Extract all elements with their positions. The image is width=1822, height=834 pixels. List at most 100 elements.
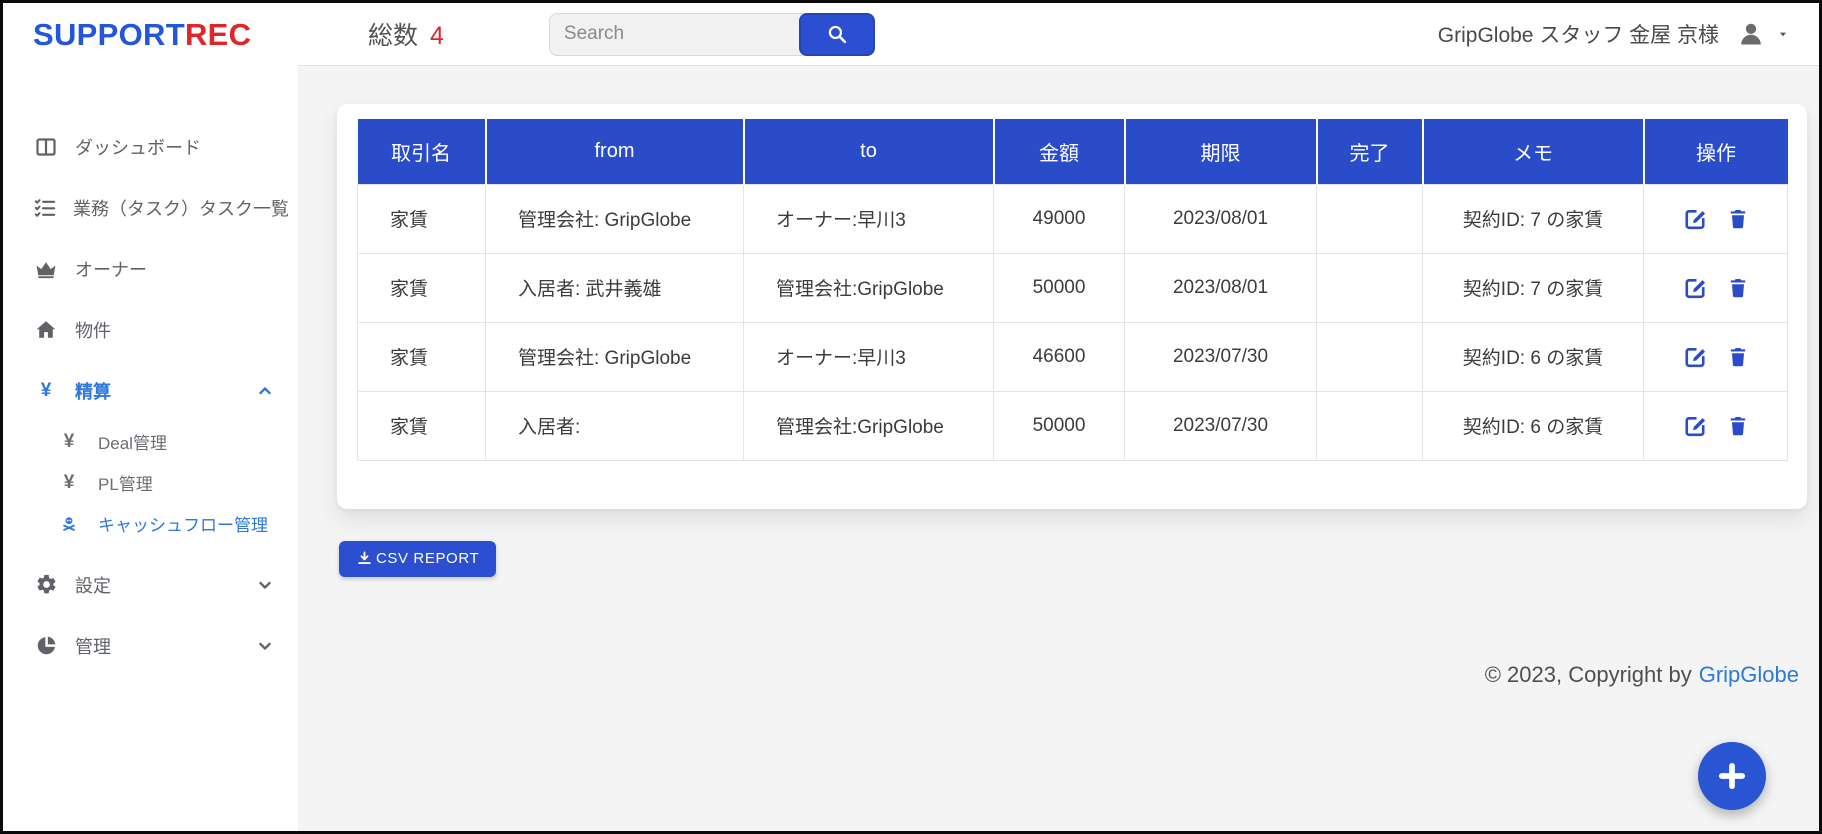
sidebar-item-label: 業務（タスク）タスク一覧 bbox=[73, 195, 289, 221]
table-row: 家賃 入居者: 武井義雄 管理会社:GripGlobe 50000 2023/0… bbox=[358, 253, 1788, 322]
cell-to: オーナー:早川3 bbox=[744, 322, 994, 391]
delete-button[interactable] bbox=[1726, 414, 1750, 438]
cell-done bbox=[1317, 322, 1423, 391]
cell-done bbox=[1317, 184, 1423, 253]
sidebar: SUPPORTREC ダッシュボード 業務（タスク）タスク一覧 オーナー 物件 bbox=[3, 3, 298, 831]
edit-pencil-icon bbox=[1682, 275, 1708, 301]
sidebar-item-label: ダッシュボード bbox=[75, 134, 201, 160]
sidebar-item-owner[interactable]: オーナー bbox=[3, 238, 298, 299]
search-input[interactable] bbox=[549, 13, 805, 56]
caret-down-icon bbox=[1775, 26, 1791, 42]
cell-due-date: 2023/08/01 bbox=[1125, 253, 1317, 322]
cell-memo: 契約ID: 7 の家賃 bbox=[1423, 184, 1644, 253]
plus-icon bbox=[1715, 759, 1749, 793]
table-row: 家賃 入居者: 管理会社:GripGlobe 50000 2023/07/30 … bbox=[358, 391, 1788, 460]
yen-icon: ¥ bbox=[60, 432, 78, 451]
sidebar-item-property[interactable]: 物件 bbox=[3, 299, 298, 360]
total-count-value: 4 bbox=[430, 22, 444, 51]
cell-actions bbox=[1644, 391, 1788, 460]
sidebar-item-label: 精算 bbox=[75, 378, 111, 404]
cell-to: オーナー:早川3 bbox=[744, 184, 994, 253]
cell-from: 入居者: bbox=[486, 391, 744, 460]
sidebar-item-admin[interactable]: 管理 bbox=[3, 615, 298, 676]
logo-text-support: SUPPORT bbox=[33, 17, 185, 53]
sidebar-item-label: Deal管理 bbox=[98, 429, 167, 454]
cell-actions bbox=[1644, 184, 1788, 253]
csv-report-button[interactable]: CSV REPORT bbox=[339, 541, 496, 577]
main-area: 総数 4 GripGlobe スタッフ 金屋 京様 bbox=[298, 3, 1819, 831]
cashflow-table-card: 取引名 from to 金額 期限 完了 メモ 操作 家賃 管理会社: Grip… bbox=[337, 104, 1807, 509]
cell-to: 管理会社:GripGlobe bbox=[744, 391, 994, 460]
trash-icon bbox=[1726, 207, 1750, 231]
yen-icon: ¥ bbox=[60, 473, 78, 492]
column-header-due-date: 期限 bbox=[1125, 119, 1317, 184]
user-avatar-icon bbox=[1737, 20, 1765, 48]
app-logo[interactable]: SUPPORTREC bbox=[3, 3, 298, 66]
sidebar-item-cashflow-management[interactable]: キャッシュフロー管理 bbox=[3, 503, 298, 544]
cell-amount: 50000 bbox=[994, 391, 1125, 460]
cell-to: 管理会社:GripGlobe bbox=[744, 253, 994, 322]
sidebar-item-label: キャッシュフロー管理 bbox=[98, 511, 268, 536]
table-row: 家賃 管理会社: GripGlobe オーナー:早川3 46600 2023/0… bbox=[358, 322, 1788, 391]
sidebar-item-label: オーナー bbox=[75, 256, 147, 282]
table-header-row: 取引名 from to 金額 期限 完了 メモ 操作 bbox=[358, 119, 1788, 184]
delete-button[interactable] bbox=[1726, 207, 1750, 231]
cell-due-date: 2023/08/01 bbox=[1125, 184, 1317, 253]
total-count: 総数 4 bbox=[368, 16, 444, 52]
column-header-done: 完了 bbox=[1317, 119, 1423, 184]
gripglobe-link[interactable]: GripGlobe bbox=[1699, 662, 1799, 687]
cell-deal-name: 家賃 bbox=[358, 184, 486, 253]
column-header-from: from bbox=[486, 119, 744, 184]
dashboard-columns-icon bbox=[33, 135, 59, 159]
copyright-footer: © 2023, Copyright byGripGlobe bbox=[1485, 662, 1799, 688]
add-button-fab[interactable] bbox=[1698, 742, 1766, 810]
cell-from: 管理会社: GripGlobe bbox=[486, 184, 744, 253]
sidebar-item-label: PL管理 bbox=[98, 470, 153, 495]
cell-done bbox=[1317, 391, 1423, 460]
task-list-icon bbox=[33, 196, 57, 220]
sidebar-item-settings[interactable]: 設定 bbox=[3, 554, 298, 615]
user-menu[interactable]: GripGlobe スタッフ 金屋 京様 bbox=[1438, 19, 1791, 49]
column-header-actions: 操作 bbox=[1644, 119, 1788, 184]
sidebar-item-pl-management[interactable]: ¥ PL管理 bbox=[3, 462, 298, 503]
edit-button[interactable] bbox=[1682, 206, 1708, 232]
csv-report-label: CSV REPORT bbox=[376, 550, 479, 567]
user-name: GripGlobe スタッフ 金屋 京様 bbox=[1438, 19, 1719, 49]
cell-amount: 49000 bbox=[994, 184, 1125, 253]
cell-actions bbox=[1644, 253, 1788, 322]
edit-button[interactable] bbox=[1682, 344, 1708, 370]
yen-icon: ¥ bbox=[33, 381, 59, 400]
column-header-to: to bbox=[744, 119, 994, 184]
page-content: 取引名 from to 金額 期限 完了 メモ 操作 家賃 管理会社: Grip… bbox=[298, 66, 1819, 831]
cell-due-date: 2023/07/30 bbox=[1125, 322, 1317, 391]
trash-icon bbox=[1726, 276, 1750, 300]
download-icon bbox=[356, 550, 373, 567]
cell-memo: 契約ID: 6 の家賃 bbox=[1423, 391, 1644, 460]
column-header-memo: メモ bbox=[1423, 119, 1644, 184]
cell-from: 入居者: 武井義雄 bbox=[486, 253, 744, 322]
delete-button[interactable] bbox=[1726, 276, 1750, 300]
edit-button[interactable] bbox=[1682, 413, 1708, 439]
total-count-label: 総数 bbox=[368, 16, 418, 52]
sidebar-item-dashboard[interactable]: ダッシュボード bbox=[3, 116, 298, 177]
cell-done bbox=[1317, 253, 1423, 322]
edit-pencil-icon bbox=[1682, 413, 1708, 439]
cell-actions bbox=[1644, 322, 1788, 391]
cell-amount: 46600 bbox=[994, 322, 1125, 391]
delete-button[interactable] bbox=[1726, 345, 1750, 369]
sidebar-item-deal-management[interactable]: ¥ Deal管理 bbox=[3, 421, 298, 462]
search-icon bbox=[826, 23, 848, 45]
edit-pencil-icon bbox=[1682, 206, 1708, 232]
search-button[interactable] bbox=[799, 13, 875, 56]
cashflow-table: 取引名 from to 金額 期限 完了 メモ 操作 家賃 管理会社: Grip… bbox=[357, 119, 1788, 461]
top-bar: 総数 4 GripGlobe スタッフ 金屋 京様 bbox=[298, 3, 1819, 66]
sidebar-item-task-list[interactable]: 業務（タスク）タスク一覧 bbox=[3, 177, 298, 238]
sidebar-item-label: 管理 bbox=[75, 633, 111, 659]
cell-deal-name: 家賃 bbox=[358, 391, 486, 460]
cell-memo: 契約ID: 7 の家賃 bbox=[1423, 253, 1644, 322]
logo-text-rec: REC bbox=[185, 17, 251, 53]
chevron-down-icon bbox=[252, 575, 278, 595]
edit-button[interactable] bbox=[1682, 275, 1708, 301]
sidebar-item-settlement[interactable]: ¥ 精算 bbox=[3, 360, 298, 421]
trash-icon bbox=[1726, 414, 1750, 438]
